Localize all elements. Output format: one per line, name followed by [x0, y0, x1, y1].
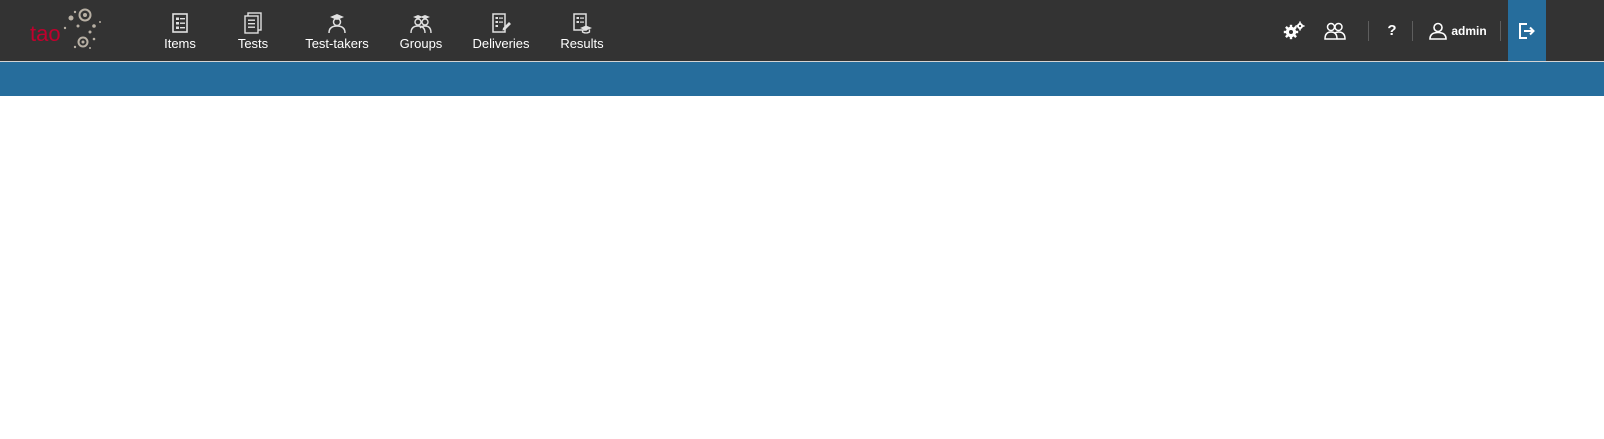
- help-icon: ?: [1387, 22, 1397, 39]
- section-header-bar: [0, 62, 1604, 96]
- nav-label-deliveries: Deliveries: [472, 36, 530, 51]
- nav-tests[interactable]: Tests: [231, 0, 275, 61]
- tao-logo[interactable]: tao: [28, 4, 108, 56]
- user-actions: ? admin: [1274, 0, 1604, 61]
- nav-label-items: Items: [164, 36, 196, 51]
- separator: [1368, 21, 1369, 41]
- user-menu[interactable]: admin: [1420, 0, 1496, 61]
- logout-button[interactable]: [1508, 0, 1546, 61]
- main-content-area: [0, 96, 1604, 439]
- nav-test-takers[interactable]: Test-takers: [303, 0, 371, 61]
- nav-label-tests: Tests: [237, 36, 269, 51]
- nav-items[interactable]: Items: [155, 0, 205, 61]
- separator: [1500, 21, 1501, 41]
- test-takers-icon: [328, 14, 346, 34]
- logo-text: tao: [30, 21, 61, 46]
- nav-groups[interactable]: Groups: [396, 0, 446, 61]
- nav-label-results: Results: [560, 36, 604, 51]
- deliveries-icon: [492, 13, 511, 33]
- user-name: admin: [1451, 23, 1487, 38]
- help-button[interactable]: ?: [1374, 0, 1410, 61]
- logo-graphic: tao: [30, 8, 101, 49]
- top-navigation-bar: tao Items Tests Test-takers Groups Deliv…: [0, 0, 1604, 61]
- nav-label-test-takers: Test-takers: [305, 36, 369, 51]
- users-icon: [1324, 22, 1346, 40]
- gears-icon: [1283, 21, 1305, 39]
- groups-icon: [410, 15, 432, 34]
- tests-icon: [244, 12, 262, 34]
- nav-results[interactable]: Results: [557, 0, 607, 61]
- user-icon: [1429, 22, 1448, 40]
- separator: [1412, 21, 1413, 41]
- items-icon: [172, 13, 188, 33]
- results-icon: [573, 13, 592, 34]
- nav-label-groups: Groups: [399, 36, 443, 51]
- settings-button[interactable]: [1274, 0, 1314, 61]
- users-button[interactable]: [1314, 0, 1356, 61]
- nav-deliveries[interactable]: Deliveries: [470, 0, 532, 61]
- logout-icon: [1519, 22, 1535, 39]
